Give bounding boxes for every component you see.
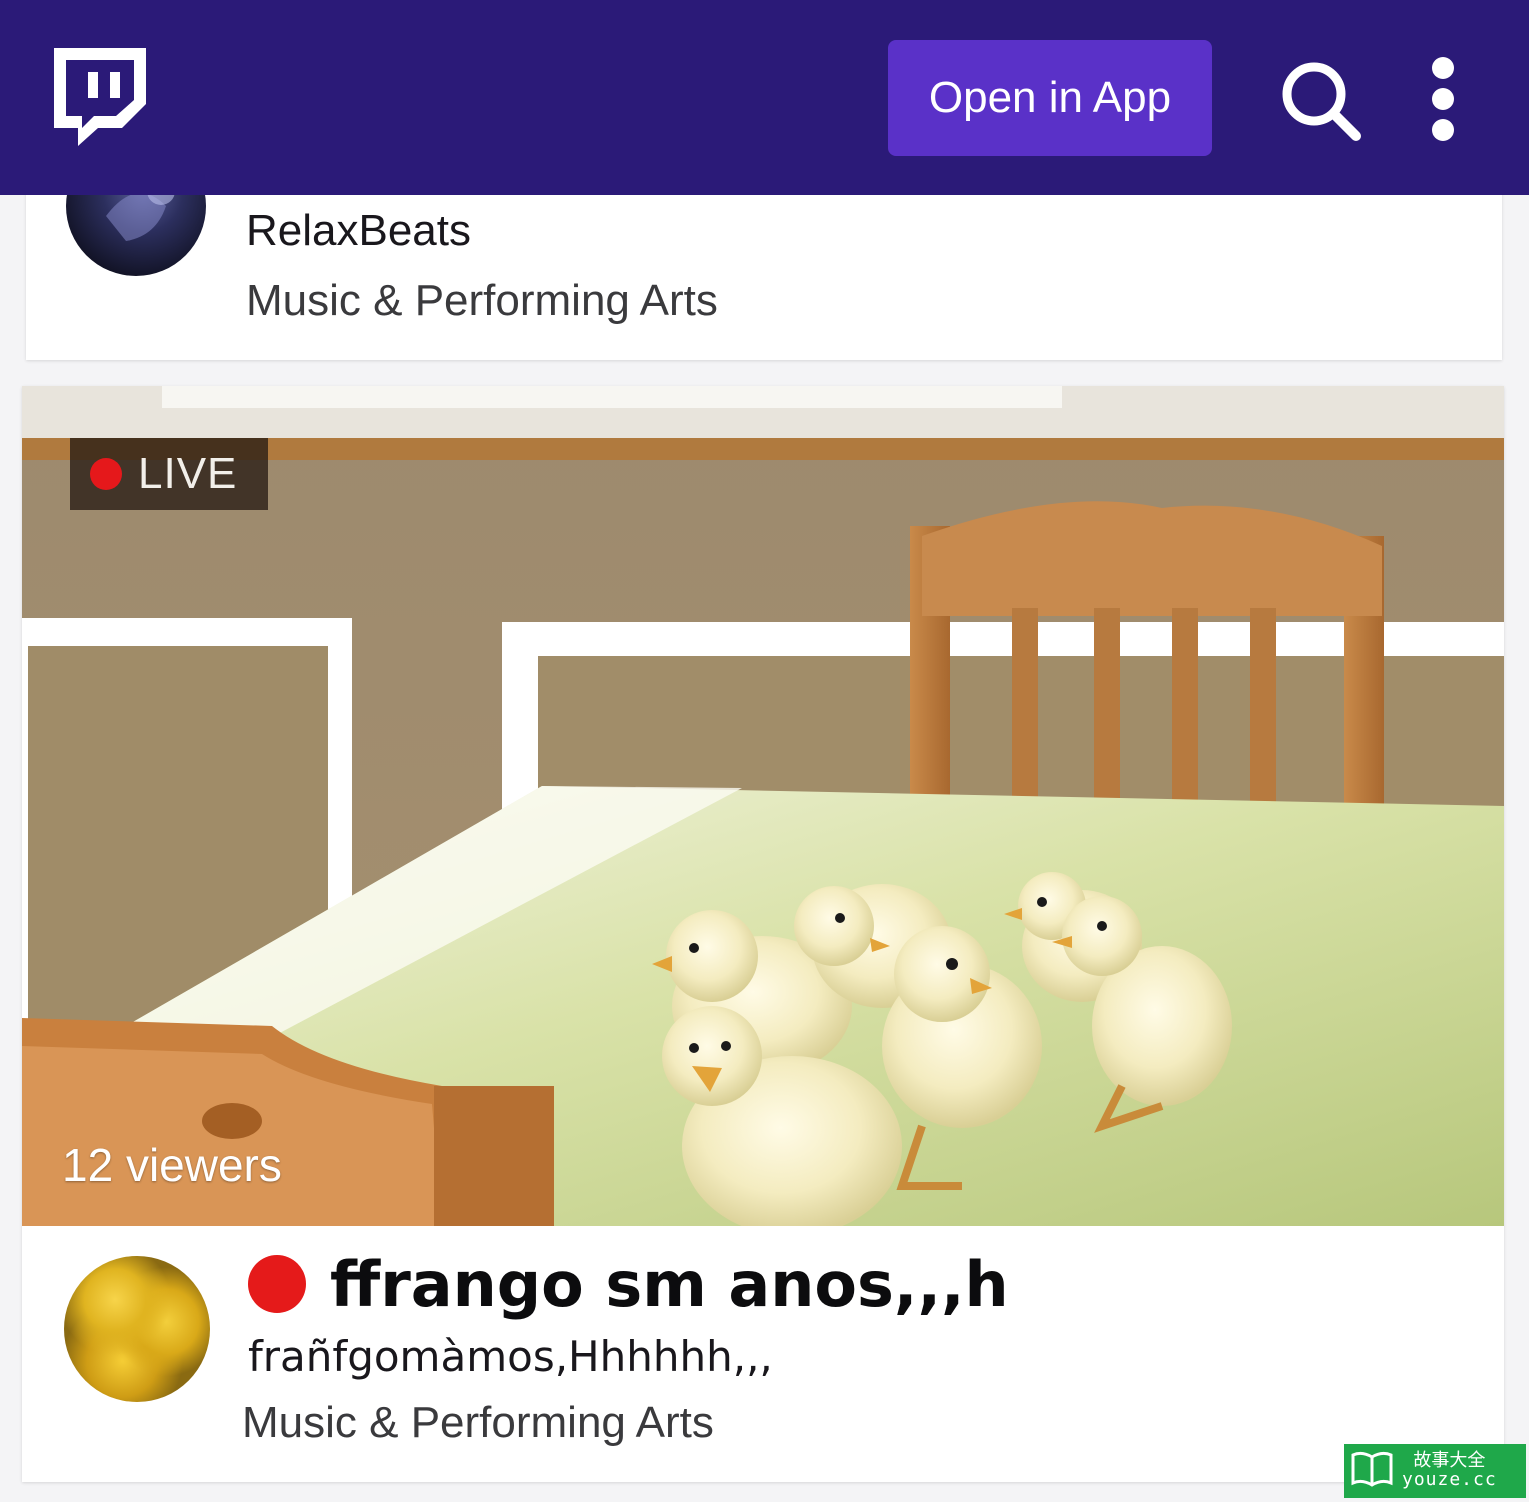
twitch-logo-icon[interactable]: [48, 42, 152, 150]
stream-preview-image: [22, 386, 1504, 1226]
more-vertical-icon[interactable]: [1416, 54, 1470, 144]
top-nav-bar: Open in App: [0, 0, 1529, 195]
open-in-app-button[interactable]: Open in App: [888, 40, 1212, 156]
book-icon: [1350, 1449, 1394, 1494]
live-label: LIVE: [138, 449, 238, 498]
stream-title-row[interactable]: ffrango sm anos,,,h: [248, 1244, 1009, 1324]
watermark-text: 故事大全 youze.cc: [1402, 1451, 1497, 1490]
stream-card[interactable]: LIVE 12 viewers ffrango sm anos,,,h frañ…: [22, 386, 1504, 1482]
live-status-dot: [248, 1255, 306, 1313]
channel-name[interactable]: frañfgomàmos,Hhhhhh,,,: [248, 1332, 773, 1381]
stream-title[interactable]: ffrango sm anos,,,h: [330, 1248, 1009, 1321]
search-icon[interactable]: [1276, 56, 1366, 146]
watermark: 故事大全 youze.cc: [1344, 1444, 1526, 1498]
viewer-count: 12 viewers: [62, 1139, 282, 1191]
channel-avatar[interactable]: [64, 1256, 210, 1402]
live-indicator-dot: [90, 458, 122, 490]
stream-thumbnail[interactable]: LIVE 12 viewers: [22, 386, 1504, 1226]
category-link[interactable]: Music & Performing Arts: [242, 1398, 714, 1448]
category-link[interactable]: Music & Performing Arts: [246, 276, 718, 326]
channel-name[interactable]: RelaxBeats: [246, 206, 471, 256]
watermark-url: youze.cc: [1402, 1469, 1497, 1490]
live-badge: LIVE: [70, 438, 268, 510]
